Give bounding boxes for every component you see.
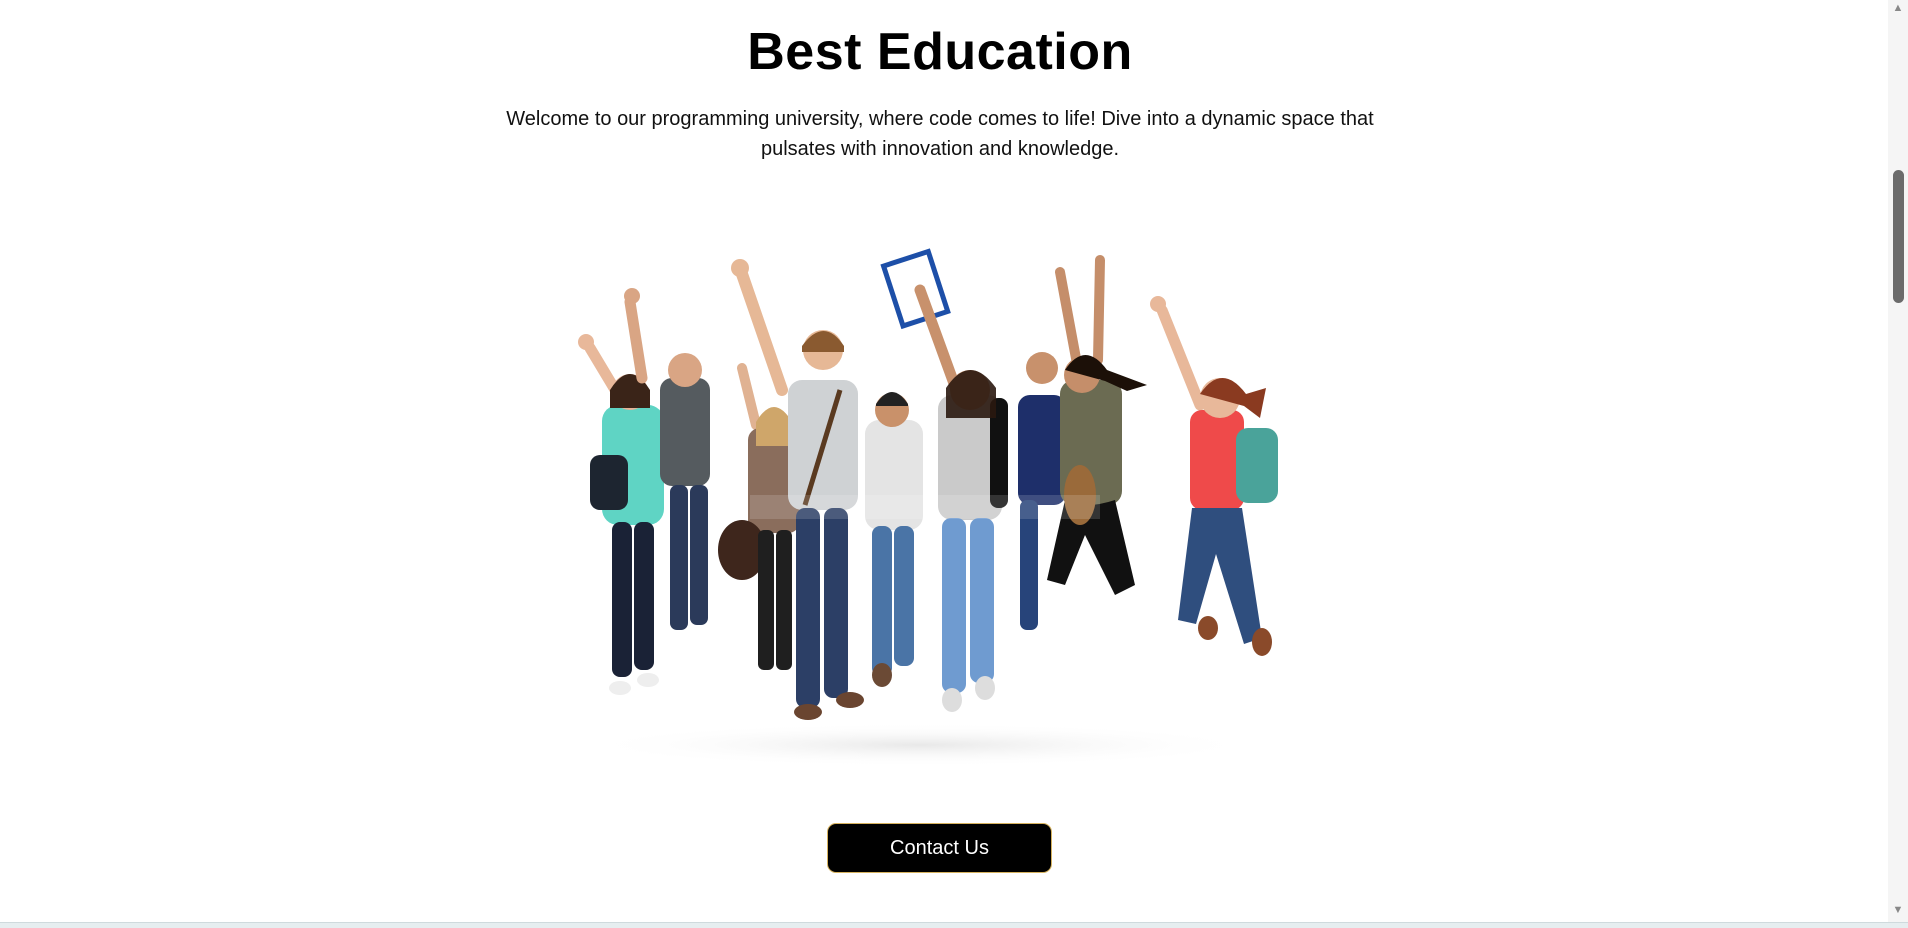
student-figure xyxy=(865,392,923,687)
vertical-scrollbar[interactable]: ▲ ▼ xyxy=(1888,0,1908,922)
page-title: Best Education xyxy=(747,23,1133,81)
student-figure xyxy=(1018,352,1066,630)
student-figure xyxy=(1047,255,1147,595)
students-photo xyxy=(578,248,1278,767)
window-bottom-edge xyxy=(0,922,1908,928)
scroll-down-icon[interactable]: ▼ xyxy=(1888,902,1908,918)
contact-us-button[interactable]: Contact Us xyxy=(827,823,1052,873)
scroll-up-icon[interactable]: ▲ xyxy=(1888,0,1908,16)
page: Best Education Welcome to our programmin… xyxy=(0,0,1888,922)
intro-text: Welcome to our programming university, w… xyxy=(506,108,1374,160)
student-figure xyxy=(1150,296,1278,656)
student-figure xyxy=(578,334,664,695)
scroll-thumb[interactable] xyxy=(1893,170,1904,303)
